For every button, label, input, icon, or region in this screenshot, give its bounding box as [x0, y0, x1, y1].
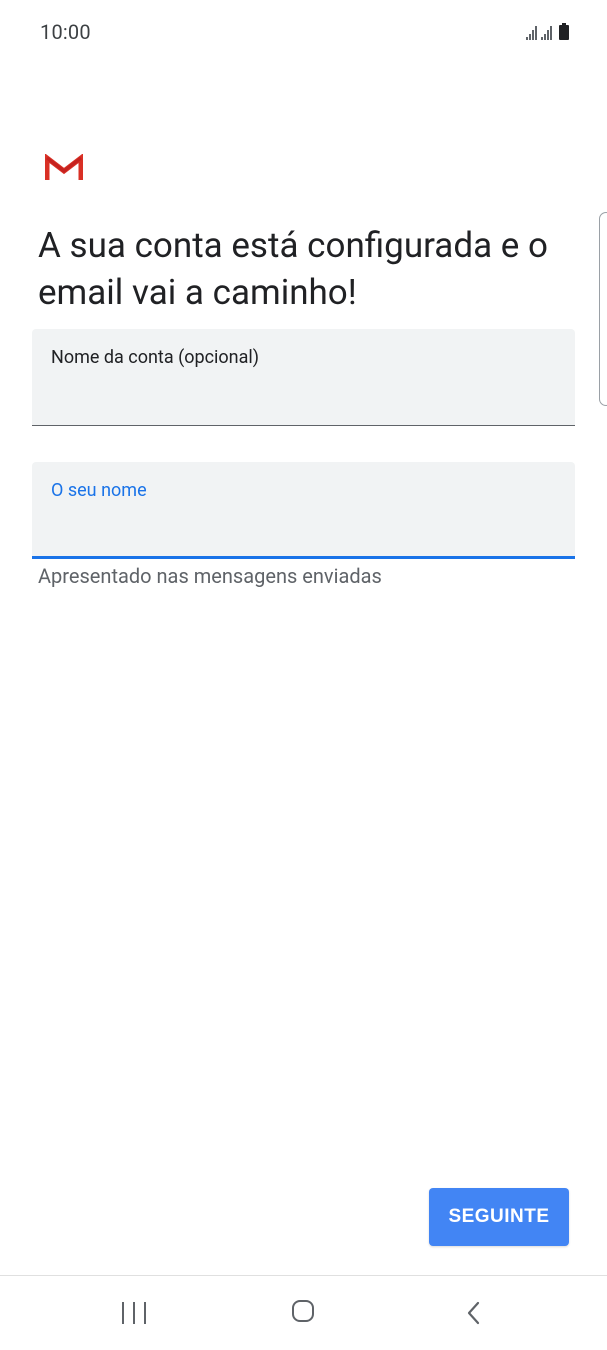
page-title: A sua conta está configurada e o email v… [38, 225, 548, 313]
status-bar: 10:00 [0, 0, 607, 64]
gmail-logo-icon [45, 154, 83, 180]
your-name-input[interactable] [51, 514, 556, 546]
back-icon[interactable] [463, 1300, 485, 1326]
home-icon[interactable] [292, 1300, 314, 1322]
account-name-field[interactable]: Nome da conta (opcional) [32, 329, 575, 426]
signal-1-icon [526, 26, 537, 40]
account-name-label: Nome da conta (opcional) [51, 347, 260, 368]
battery-icon [559, 23, 569, 40]
your-name-helper-text: Apresentado nas mensagens enviadas [38, 564, 382, 588]
scroll-indicator[interactable] [599, 212, 607, 406]
status-icons [526, 22, 569, 40]
signal-2-icon [541, 26, 552, 40]
account-name-input[interactable] [51, 383, 556, 415]
your-name-label: O seu nome [51, 480, 147, 501]
status-time: 10:00 [40, 20, 91, 44]
navigation-bar [0, 1275, 607, 1350]
next-button[interactable]: SEGUINTE [429, 1188, 569, 1246]
your-name-field[interactable]: O seu nome [32, 462, 575, 559]
recents-icon[interactable] [122, 1302, 146, 1324]
